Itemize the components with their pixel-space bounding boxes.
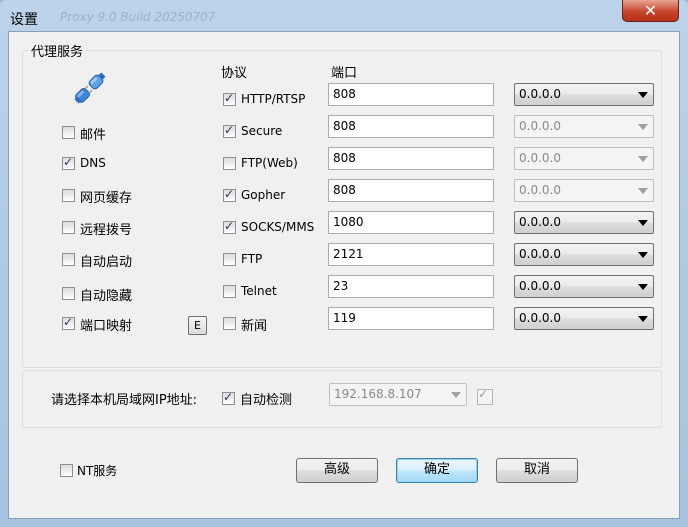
service-checkbox-dialup[interactable] [62,221,75,234]
ip-select-value: 0.0.0.0 [519,151,561,165]
service-label-mail: 邮件 [80,128,107,143]
service-checkbox-dns[interactable] [62,155,75,170]
dropdown-arrow-icon [638,284,648,290]
network-plug-icon [74,72,106,104]
ip-select-value: 0.0.0.0 [519,87,561,101]
protocol-checkbox-telnet[interactable] [223,285,236,298]
ip-select-telnet[interactable]: 0.0.0.0 [514,275,654,298]
protocol-label-ftp: FTP [241,252,263,266]
auto-detect-checkbox[interactable] [222,390,235,405]
ip-select-value: 0.0.0.0 [519,119,561,133]
port-input-ftp-web[interactable]: 808 [328,147,494,170]
protocol-label-gopher: Gopher [241,188,286,202]
settings-window: 设置 Proxy 9.0 Build 20250707 ✕ 代理服务 协议 端口 [0,0,688,527]
ip-select-ftp-web: 0.0.0.0 [514,147,654,170]
ip-select-secure: 0.0.0.0 [514,115,654,138]
nt-service-checkbox[interactable] [60,464,73,477]
port-input-ftp[interactable]: 2121 [328,243,494,266]
service-checkbox-autostart[interactable] [62,253,75,266]
cancel-button[interactable]: 取消 [496,458,578,483]
service-label-port-mapping: 端口映射 [80,319,133,334]
dropdown-arrow-icon [451,392,461,398]
ip-select-http-rtsp[interactable]: 0.0.0.0 [514,83,654,106]
service-checkbox-port-mapping[interactable] [62,315,75,330]
dialog-client-area: 代理服务 协议 端口 邮件 DNS 网页缓存 [8,31,680,519]
nt-service-label: NT服务 [77,464,118,478]
port-input-secure[interactable]: 808 [328,115,494,138]
protocol-checkbox-secure[interactable] [223,123,236,138]
protocol-label-ftp-web: FTP(Web) [241,156,298,170]
ip-select-value: 0.0.0.0 [519,279,561,293]
ip-select-socks-mms[interactable]: 0.0.0.0 [514,211,654,234]
port-input-telnet[interactable]: 23 [328,275,494,298]
lan-ip-label: 请选择本机局域网IP地址: [51,393,198,408]
service-label-autohide: 自动隐藏 [80,289,133,304]
ip-select-news[interactable]: 0.0.0.0 [514,307,654,330]
close-icon: ✕ [643,1,658,20]
protocol-checkbox-news[interactable] [223,317,236,330]
title-bar[interactable]: 设置 Proxy 9.0 Build 20250707 ✕ [0,0,688,32]
port-column-header: 端口 [331,66,358,81]
service-checkbox-web-cache[interactable] [62,189,75,202]
protocol-checkbox-http-rtsp[interactable] [223,91,236,106]
port-input-gopher[interactable]: 808 [328,179,494,202]
ip-select-value: 0.0.0.0 [519,183,561,197]
ip-select-value: 0.0.0.0 [519,215,561,229]
port-input-http-rtsp[interactable]: 808 [328,83,494,106]
protocol-label-secure: Secure [241,124,283,138]
ip-select-ftp[interactable]: 0.0.0.0 [514,243,654,266]
dropdown-arrow-icon [638,156,648,162]
auto-detect-label: 自动检测 [240,393,293,408]
proxy-services-group-title: 代理服务 [28,41,87,60]
lan-ip-value: 192.168.8.107 [334,387,422,401]
protocol-label-telnet: Telnet [241,284,277,298]
port-input-news[interactable]: 119 [328,307,494,330]
lan-ip-select: 192.168.8.107 [329,383,467,406]
protocol-label-news: 新闻 [241,319,268,334]
dropdown-arrow-icon [638,220,648,226]
protocol-label-socks-mms: SOCKS/MMS [241,220,315,234]
ip-select-value: 0.0.0.0 [519,311,561,325]
lan-extra-checkbox [477,387,493,405]
protocol-checkbox-ftp[interactable] [223,253,236,266]
close-button[interactable]: ✕ [622,0,679,22]
dropdown-arrow-icon [638,316,648,322]
dropdown-arrow-icon [638,124,648,130]
service-label-dns: DNS [80,156,106,170]
protocol-label-http-rtsp: HTTP/RTSP [241,92,306,106]
protocol-checkbox-gopher[interactable] [223,187,236,202]
service-label-dialup: 远程拨号 [80,223,133,238]
protocol-checkbox-socks-mms[interactable] [223,219,236,234]
advanced-button[interactable]: 高级 [296,458,378,483]
port-mapping-edit-button[interactable]: E [188,316,207,335]
ip-select-gopher: 0.0.0.0 [514,179,654,202]
service-checkbox-autohide[interactable] [62,287,75,300]
window-title: 设置 [10,12,38,28]
window-ghost-title: Proxy 9.0 Build 20250707 [60,10,216,24]
service-label-web-cache: 网页缓存 [80,191,133,206]
service-checkbox-mail[interactable] [62,126,75,139]
port-input-socks-mms[interactable]: 1080 [328,211,494,234]
protocol-column-header: 协议 [221,66,248,81]
service-label-autostart: 自动启动 [80,255,133,270]
ok-button[interactable]: 确定 [396,458,478,483]
protocol-checkbox-ftp-web[interactable] [223,157,236,170]
dropdown-arrow-icon [638,92,648,98]
dropdown-arrow-icon [638,252,648,258]
dropdown-arrow-icon [638,188,648,194]
ip-select-value: 0.0.0.0 [519,247,561,261]
